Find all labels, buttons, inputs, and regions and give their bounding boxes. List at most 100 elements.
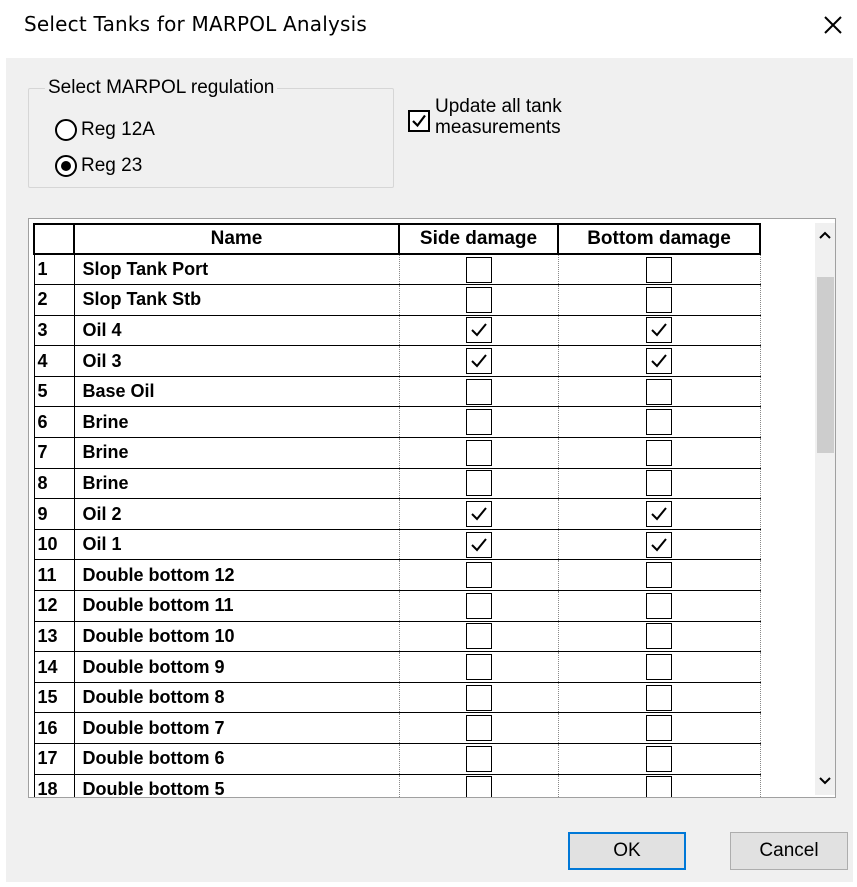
ok-button[interactable]: OK xyxy=(568,832,686,870)
side-damage-cell xyxy=(398,651,559,683)
table-row[interactable]: 2 Slop Tank Stb xyxy=(33,284,761,316)
checkbox-checked-icon[interactable] xyxy=(646,531,672,558)
tank-name-cell[interactable]: Slop Tank Stb xyxy=(73,284,400,316)
tank-name-cell[interactable]: Double bottom 11 xyxy=(73,590,400,622)
tank-name-cell[interactable]: Oil 1 xyxy=(73,528,400,561)
radio-label: Reg 12A xyxy=(81,119,155,140)
side-damage-cell xyxy=(398,528,559,561)
checkbox-unchecked-icon[interactable] xyxy=(465,409,492,436)
checkbox-unchecked-icon[interactable] xyxy=(646,715,672,742)
checkbox-unchecked-icon[interactable] xyxy=(646,378,672,405)
checkbox-unchecked-icon[interactable] xyxy=(465,562,492,589)
checkbox-unchecked-icon[interactable] xyxy=(465,745,492,772)
tank-name-cell[interactable]: Brine xyxy=(73,406,400,439)
checkbox-unchecked-icon[interactable] xyxy=(646,623,672,650)
tank-name-cell[interactable]: Oil 3 xyxy=(73,345,400,377)
table-row[interactable]: 13 Double bottom 10 xyxy=(33,620,761,653)
table-row[interactable]: 8 Brine xyxy=(33,467,761,500)
checkbox-checked-icon[interactable] xyxy=(465,531,492,558)
radio-button-icon[interactable] xyxy=(55,119,77,141)
bottom-damage-cell xyxy=(557,773,761,797)
table-row[interactable]: 4 Oil 3 xyxy=(33,345,761,377)
tank-name-cell[interactable]: Brine xyxy=(73,437,400,469)
table-row[interactable]: 17 Double bottom 6 xyxy=(33,743,761,775)
vertical-scrollbar[interactable] xyxy=(815,223,835,795)
side-damage-cell xyxy=(398,559,559,592)
checkbox-unchecked-icon[interactable] xyxy=(465,256,492,283)
checkbox-checked-icon[interactable] xyxy=(646,317,672,344)
table-row[interactable]: 12 Double bottom 11 xyxy=(33,590,761,622)
table-row[interactable]: 15 Double bottom 8 xyxy=(33,681,761,714)
side-damage-cell xyxy=(398,590,559,622)
table-row[interactable]: 18 Double bottom 5 xyxy=(33,773,761,797)
tank-name-cell[interactable]: Double bottom 10 xyxy=(73,620,400,653)
table-row[interactable]: 7 Brine xyxy=(33,437,761,469)
table-row[interactable]: 1 Slop Tank Port xyxy=(33,253,761,286)
table-row[interactable]: 16 Double bottom 7 xyxy=(33,712,761,744)
checkbox-unchecked-icon[interactable] xyxy=(646,562,672,589)
bottom-damage-cell xyxy=(557,712,761,744)
checkbox-checked-icon[interactable] xyxy=(646,501,672,528)
checkbox-unchecked-icon[interactable] xyxy=(465,378,492,405)
table-row[interactable]: 6 Brine xyxy=(33,406,761,439)
tank-name-cell[interactable]: Double bottom 8 xyxy=(73,681,400,714)
table-row[interactable]: 9 Oil 2 xyxy=(33,498,761,530)
checkbox-unchecked-icon[interactable] xyxy=(646,654,672,681)
checkbox-unchecked-icon[interactable] xyxy=(646,256,672,283)
checkbox-unchecked-icon[interactable] xyxy=(465,684,492,711)
checkbox-unchecked-icon[interactable] xyxy=(646,684,672,711)
checkbox-unchecked-icon[interactable] xyxy=(646,592,672,619)
column-header-side-damage[interactable]: Side damage xyxy=(398,223,559,255)
checkbox-unchecked-icon[interactable] xyxy=(646,439,672,466)
close-icon[interactable] xyxy=(818,10,848,40)
update-all-checkbox[interactable]: Update all tank measurements xyxy=(408,96,635,138)
row-number: 14 xyxy=(33,651,75,683)
column-header-name[interactable]: Name xyxy=(73,223,400,255)
checkbox-unchecked-icon[interactable] xyxy=(465,439,492,466)
table-row[interactable]: 11 Double bottom 12 xyxy=(33,559,761,592)
checkbox-unchecked-icon[interactable] xyxy=(465,715,492,742)
checkbox-unchecked-icon[interactable] xyxy=(646,776,672,797)
regulation-group: Select MARPOL regulation Reg 12A Reg 23 xyxy=(28,77,394,188)
scroll-up-icon[interactable] xyxy=(815,225,835,245)
radio-button-icon[interactable] xyxy=(55,155,77,177)
tank-name-cell[interactable]: Double bottom 5 xyxy=(73,773,400,797)
tank-name-cell[interactable]: Double bottom 6 xyxy=(73,743,400,775)
checkbox-checked-icon[interactable] xyxy=(408,110,430,132)
scrollbar-thumb[interactable] xyxy=(817,277,834,453)
table-row[interactable]: 3 Oil 4 xyxy=(33,314,761,347)
table-row[interactable]: 5 Base Oil xyxy=(33,375,761,408)
checkbox-unchecked-icon[interactable] xyxy=(646,470,672,497)
tank-name-cell[interactable]: Double bottom 9 xyxy=(73,651,400,683)
checkbox-checked-icon[interactable] xyxy=(465,348,492,375)
checkbox-unchecked-icon[interactable] xyxy=(465,592,492,619)
checkbox-unchecked-icon[interactable] xyxy=(646,745,672,772)
checkbox-unchecked-icon[interactable] xyxy=(465,286,492,313)
radio-reg-12a[interactable]: Reg 12A xyxy=(55,119,155,141)
checkbox-unchecked-icon[interactable] xyxy=(465,654,492,681)
table-row[interactable]: 14 Double bottom 9 xyxy=(33,651,761,683)
column-header-bottom-damage[interactable]: Bottom damage xyxy=(557,223,761,255)
tank-name-cell[interactable]: Double bottom 12 xyxy=(73,559,400,592)
tank-name-cell[interactable]: Brine xyxy=(73,467,400,500)
tank-name-cell[interactable]: Oil 2 xyxy=(73,498,400,530)
checkbox-checked-icon[interactable] xyxy=(465,317,492,344)
checkbox-unchecked-icon[interactable] xyxy=(646,409,672,436)
tank-name-cell[interactable]: Base Oil xyxy=(73,375,400,408)
cancel-button[interactable]: Cancel xyxy=(730,832,848,870)
radio-reg-23[interactable]: Reg 23 xyxy=(55,155,142,177)
table-row[interactable]: 10 Oil 1 xyxy=(33,528,761,561)
tank-name-cell[interactable]: Slop Tank Port xyxy=(73,253,400,286)
checkbox-unchecked-icon[interactable] xyxy=(465,776,492,797)
tank-table: Name Side damage Bottom damage 1 Slop Tan… xyxy=(33,223,761,797)
tank-name-cell[interactable]: Oil 4 xyxy=(73,314,400,347)
checkbox-unchecked-icon[interactable] xyxy=(646,286,672,313)
row-number: 16 xyxy=(33,712,75,744)
checkbox-unchecked-icon[interactable] xyxy=(465,623,492,650)
checkbox-checked-icon[interactable] xyxy=(646,348,672,375)
side-damage-cell xyxy=(398,467,559,500)
tank-name-cell[interactable]: Double bottom 7 xyxy=(73,712,400,744)
scroll-down-icon[interactable] xyxy=(815,771,835,791)
checkbox-checked-icon[interactable] xyxy=(465,501,492,528)
checkbox-unchecked-icon[interactable] xyxy=(465,470,492,497)
